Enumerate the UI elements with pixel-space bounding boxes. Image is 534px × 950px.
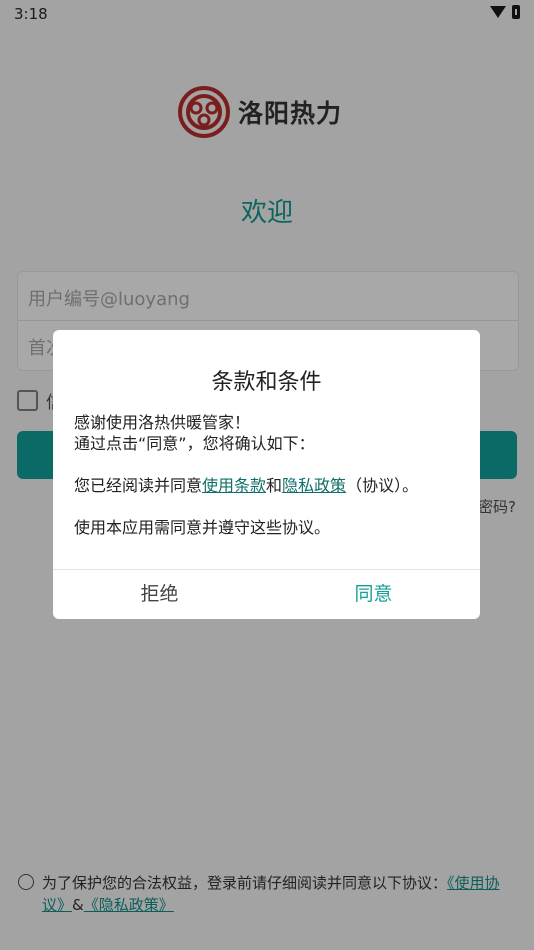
terms-dialog: 条款和条件 感谢使用洛热供暖管家！ 通过点击“同意”，您将确认如下： 您已经阅读… bbox=[53, 330, 480, 619]
forgot-password-link[interactable]: 密码? bbox=[478, 496, 516, 517]
dialog-body: 感谢使用洛热供暖管家！ 通过点击“同意”，您将确认如下： 您已经阅读并同意使用条… bbox=[74, 412, 464, 538]
battery-icon bbox=[512, 5, 520, 19]
agreement-radio[interactable] bbox=[18, 874, 34, 890]
dialog-and: 和 bbox=[266, 476, 283, 495]
reject-button[interactable]: 拒绝 bbox=[53, 570, 266, 619]
agreement-text: 为了保护您的合法权益，登录前请仔细阅读并同意以下协议：《使用协议》&《隐私政策》 bbox=[42, 872, 516, 916]
remember-checkbox[interactable] bbox=[17, 390, 38, 411]
user-id-field[interactable]: 用户编号@luoyang bbox=[18, 272, 518, 321]
user-id-placeholder: 用户编号@luoyang bbox=[28, 289, 190, 310]
logo-swirl-icon bbox=[178, 86, 230, 138]
dialog-line-agreement: 您已经阅读并同意使用条款和隐私政策（协议）。 bbox=[74, 475, 464, 496]
dialog-line-thanks: 感谢使用洛热供暖管家！ bbox=[74, 413, 251, 432]
welcome-title: 欢迎 bbox=[240, 198, 293, 228]
dialog-terms-link[interactable]: 使用条款 bbox=[202, 476, 266, 495]
agree-button[interactable]: 同意 bbox=[267, 570, 480, 619]
privacy-policy-link[interactable]: 《隐私政策》 bbox=[84, 896, 174, 914]
dialog-privacy-link[interactable]: 隐私政策 bbox=[282, 476, 346, 495]
status-icons bbox=[490, 5, 520, 19]
dialog-line3-suffix: （协议）。 bbox=[346, 476, 419, 495]
dialog-line-confirm: 通过点击“同意”，您将确认如下： bbox=[74, 434, 315, 453]
dialog-line3-prefix: 您已经阅读并同意 bbox=[74, 476, 203, 495]
app-logo: 洛阳热力 bbox=[178, 86, 342, 138]
app-name: 洛阳热力 bbox=[238, 99, 343, 128]
status-time: 3:18 bbox=[14, 5, 48, 23]
agreement-text-before: 为了保护您的合法权益，登录前请仔细阅读并同意以下协议： bbox=[42, 874, 448, 892]
wifi-icon bbox=[490, 6, 506, 18]
status-bar: 3:18 bbox=[0, 0, 534, 28]
dialog-line-usage: 使用本应用需同意并遵守这些协议。 bbox=[74, 518, 331, 537]
agreement-row: 为了保护您的合法权益，登录前请仔细阅读并同意以下协议：《使用协议》&《隐私政策》 bbox=[18, 872, 516, 916]
login-screen: 3:18 洛阳热力 欢迎 用户编号@luoyang 首次 信 密码? bbox=[0, 0, 534, 950]
dialog-title: 条款和条件 bbox=[211, 370, 322, 395]
agreement-ampersand: & bbox=[72, 896, 84, 914]
